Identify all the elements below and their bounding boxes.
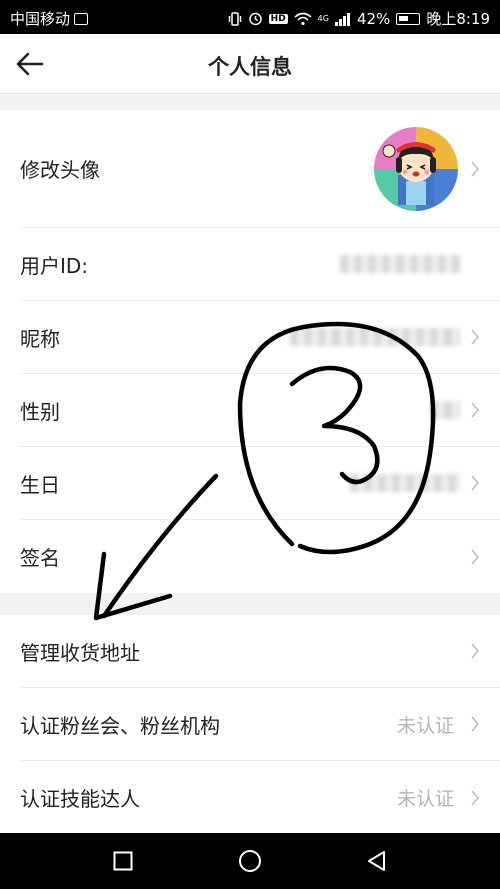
- recents-button[interactable]: [103, 841, 143, 881]
- status-bar: 中国移动 HD 4G 42% 晚上8:19: [0, 0, 500, 34]
- account-section: 管理收货地址 认证粉丝会、粉丝机构 未认证 认证技能达人 未认证: [0, 615, 500, 833]
- chevron-right-icon: [471, 160, 480, 177]
- triangle-back-icon: [367, 851, 385, 871]
- chevron-right-icon: [471, 716, 480, 732]
- status-right: HD 4G 42% 晚上8:19: [228, 8, 490, 29]
- chevron-right-icon: [471, 789, 480, 806]
- section-divider: [0, 593, 500, 615]
- row-fan-club-verify[interactable]: 认证粉丝会、粉丝机构 未认证: [20, 688, 500, 761]
- page-title: 个人信息: [208, 55, 292, 79]
- row-signature[interactable]: 签名: [20, 520, 500, 593]
- carrier-label: 中国移动: [10, 10, 71, 28]
- row-label: 认证粉丝会、粉丝机构: [20, 713, 220, 738]
- row-label: 昵称: [20, 326, 60, 351]
- row-label: 生日: [20, 472, 60, 497]
- battery-percent: 42%: [356, 9, 391, 28]
- row-label: 用户ID:: [20, 253, 89, 278]
- row-nickname[interactable]: 昵称: [20, 301, 500, 374]
- app-notification-icon: [74, 12, 89, 25]
- network-label: 4G: [317, 14, 329, 23]
- chevron-right-icon: [471, 402, 480, 418]
- chevron-right-icon: [471, 475, 480, 491]
- hd-icon: HD: [268, 13, 288, 24]
- row-label: 性别: [20, 399, 60, 424]
- system-nav-bar: [0, 833, 500, 889]
- row-label: 管理收货地址: [20, 640, 140, 665]
- blurred-value: [340, 255, 460, 273]
- row-user-id[interactable]: 用户ID:: [20, 228, 500, 301]
- avatar[interactable]: [374, 126, 458, 211]
- wifi-icon: [294, 12, 312, 25]
- row-label: 认证技能达人: [20, 787, 140, 811]
- home-button[interactable]: [230, 841, 270, 881]
- row-change-avatar[interactable]: 修改头像: [20, 110, 500, 228]
- row-birthday[interactable]: 生日: [20, 447, 500, 520]
- chevron-right-icon: [471, 329, 480, 345]
- blurred-value: [350, 474, 460, 492]
- back-button[interactable]: [357, 841, 397, 881]
- row-label: 修改头像: [20, 158, 100, 182]
- row-label: 签名: [20, 546, 60, 570]
- status-left: 中国移动: [10, 8, 89, 29]
- avatar-cartoon-girl-icon: [382, 141, 436, 205]
- circle-icon: [238, 850, 261, 872]
- row-gender[interactable]: 性别: [20, 374, 500, 447]
- row-manage-address[interactable]: 管理收货地址: [20, 615, 500, 688]
- chevron-right-icon: [471, 548, 480, 565]
- blurred-value: [290, 328, 460, 346]
- square-icon: [113, 851, 133, 871]
- alarm-icon: [248, 12, 262, 26]
- signal-icon: [334, 12, 350, 26]
- status-value: 未认证: [396, 788, 454, 810]
- profile-section: 修改头像 用户ID: 昵称 性别 生日 签名: [0, 110, 500, 593]
- battery-icon: [396, 12, 421, 25]
- row-skill-expert-verify[interactable]: 认证技能达人 未认证: [20, 761, 500, 833]
- clock: 晚上8:19: [426, 10, 490, 28]
- vibrate-icon: [228, 11, 241, 26]
- status-value: 未认证: [396, 714, 454, 737]
- chevron-right-icon: [471, 643, 480, 659]
- app-screen: 个人信息 修改头像 用户ID: 昵称 性别 生日 签名 管理收货地址 认证粉丝会…: [0, 34, 500, 833]
- blurred-value: [430, 401, 460, 419]
- section-divider: [0, 94, 500, 110]
- header: 个人信息: [0, 34, 500, 94]
